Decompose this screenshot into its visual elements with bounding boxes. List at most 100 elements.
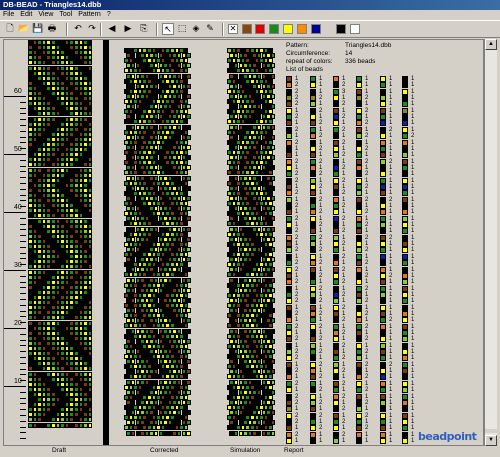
bead-cell[interactable] (186, 430, 191, 436)
ruler-minor-tick (20, 275, 26, 277)
bead-list-count: 1 (319, 164, 323, 171)
bead-list-count: 1 (411, 247, 415, 254)
bead-list-count: 1 (389, 88, 393, 95)
color-swatch[interactable] (350, 24, 360, 34)
bead-list-count: 2 (342, 380, 346, 387)
bead-list-count: 2 (365, 234, 369, 241)
bead-list-swatch (286, 310, 292, 317)
bead-list-count: 1 (411, 266, 415, 273)
bead-list-count: 2 (295, 126, 299, 133)
bead-list-count: 1 (365, 291, 369, 298)
bead-list-count: 2 (319, 425, 323, 432)
bead-list-swatch (333, 399, 339, 406)
bead-list-swatch (402, 234, 408, 241)
draft-label[interactable]: Draft (52, 447, 66, 454)
print-icon[interactable]: 🖶 (46, 23, 58, 35)
bead-list-count: 2 (319, 260, 323, 267)
menu-pattern[interactable]: Pattern (75, 10, 104, 20)
report-label[interactable]: Report (284, 447, 304, 454)
bead-list-count: 1 (342, 76, 346, 82)
bead-list-swatch (333, 368, 339, 375)
fill-icon[interactable]: ◈ (190, 23, 202, 35)
bead-list-swatch (310, 228, 316, 235)
bead-list-count: 1 (319, 241, 323, 248)
corrected-label[interactable]: Corrected (150, 447, 179, 454)
bead-list-swatch (402, 399, 408, 406)
color-swatch[interactable] (255, 24, 265, 34)
save-icon[interactable]: 💾 (32, 23, 44, 35)
menu-file[interactable]: File (0, 10, 17, 20)
color-swatch[interactable] (283, 24, 293, 34)
select-rect-icon[interactable]: ⬚ (176, 23, 188, 35)
bead-cell[interactable] (270, 430, 276, 436)
menu-tool[interactable]: Tool (56, 10, 75, 20)
menu-view[interactable]: View (35, 10, 56, 20)
bead-list-count: 1 (295, 304, 299, 311)
bead-list-swatch (356, 349, 362, 356)
redo-icon[interactable]: ↷ (86, 23, 98, 35)
bead-list-count: 2 (319, 361, 323, 368)
bead-list-count: 2 (319, 285, 323, 292)
color-swatch[interactable] (269, 24, 279, 34)
arrow-right-icon[interactable]: ▶ (122, 23, 134, 35)
ruler-minor-tick (20, 125, 26, 126)
ruler-minor-tick (20, 299, 26, 300)
circumference-label: Circumference: (286, 50, 331, 57)
bead-list-swatch (356, 209, 362, 216)
scroll-down-arrow-icon[interactable]: ▼ (485, 435, 497, 446)
bead-list-count: 2 (365, 310, 369, 317)
ruler-tick (4, 328, 26, 329)
undo-icon[interactable]: ↶ (72, 23, 84, 35)
new-file-icon[interactable]: 🗋 (4, 23, 16, 35)
menu-edit[interactable]: Edit (17, 10, 35, 20)
pipette-icon[interactable]: ✎ (204, 23, 216, 35)
bead-list-swatch (310, 76, 316, 82)
bead-list-swatch (380, 437, 386, 444)
bead-list-swatch (402, 387, 408, 394)
vertical-scrollbar[interactable]: ▲ ▼ (484, 39, 497, 446)
bead-list-swatch (380, 139, 386, 146)
bead-list-swatch (310, 425, 316, 432)
arrow-left-icon[interactable]: ◀ (106, 23, 118, 35)
bead-list-swatch (402, 241, 408, 248)
scroll-up-arrow-icon[interactable]: ▲ (485, 39, 497, 50)
bead-list-swatch (310, 139, 316, 146)
bead-list-count: 2 (319, 171, 323, 178)
scroll-thumb[interactable] (485, 429, 497, 433)
bead-list-count: 2 (295, 234, 299, 241)
clear-color-swatch[interactable]: ✕ (228, 24, 238, 34)
bead-list-swatch (310, 266, 316, 273)
bead-list-swatch (402, 82, 408, 89)
bead-list-count: 1 (365, 177, 369, 184)
color-swatch[interactable] (336, 24, 346, 34)
bead-list-count: 1 (295, 374, 299, 381)
bead-list-count: 1 (295, 76, 299, 82)
bead-list-count: 1 (411, 380, 415, 387)
bead-list-count: 1 (389, 298, 393, 305)
bead-list-swatch (356, 406, 362, 413)
ruler-minor-tick (20, 229, 26, 231)
bead-list-swatch (356, 437, 362, 444)
bead-list-count: 1 (389, 114, 393, 121)
color-swatch[interactable] (311, 24, 321, 34)
bead-list-swatch (333, 266, 339, 273)
preview-icon[interactable]: ⎘ (138, 23, 150, 35)
open-icon[interactable]: 📂 (18, 23, 30, 35)
bead-list-count: 1 (319, 279, 323, 286)
bead-list-count: 1 (411, 190, 415, 197)
color-swatch[interactable] (297, 24, 307, 34)
bead-list-swatch (380, 241, 386, 248)
bead-list-count: 1 (411, 101, 415, 108)
pointer-icon[interactable]: ↖ (162, 23, 174, 35)
bead-list-count: 1 (389, 425, 393, 432)
menu-help[interactable]: ? (104, 10, 114, 20)
simulation-label[interactable]: Simulation (230, 447, 260, 454)
bead-list-count: 1 (295, 222, 299, 229)
color-swatch[interactable] (242, 24, 252, 34)
bead-list-swatch (310, 298, 316, 305)
bead-list-count: 2 (365, 196, 369, 203)
bead-list-count: 1 (389, 279, 393, 286)
bead-list-swatch (380, 177, 386, 184)
ruler-minor-tick (20, 223, 26, 225)
bead-cell[interactable] (87, 422, 93, 428)
